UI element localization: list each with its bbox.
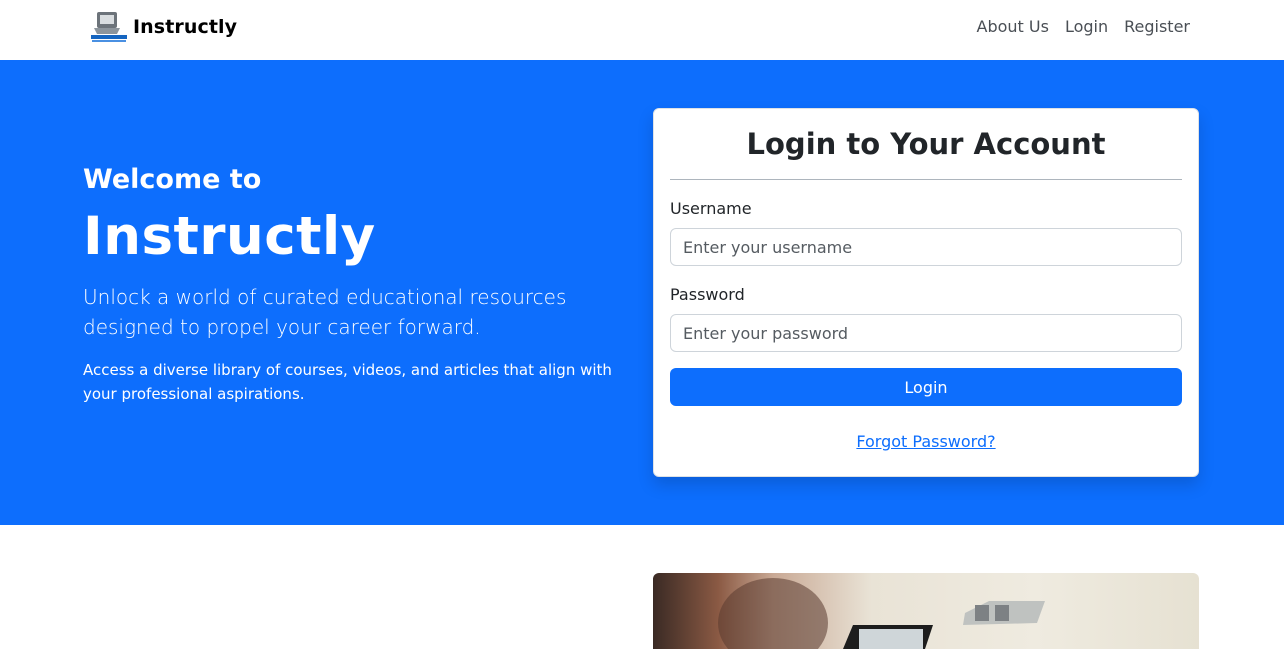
hero-sub-text: Access a diverse library of courses, vid… (83, 361, 612, 403)
brand-name: Instructly (133, 16, 238, 38)
username-input[interactable] (670, 228, 1182, 266)
login-card-title: Login to Your Account (746, 127, 1106, 161)
hero-lead-text: Unlock a world of curated educational re… (83, 285, 567, 339)
card-divider (670, 179, 1182, 180)
login-button[interactable]: Login (670, 368, 1182, 406)
nav-link-about-us[interactable]: About Us (977, 17, 1049, 36)
login-card: Login to Your Account Username Password … (653, 108, 1199, 477)
navbar: Instructly About Us Login Register (0, 0, 1284, 60)
brand-link[interactable]: Instructly (86, 6, 237, 46)
nav-link-login[interactable]: Login (1065, 17, 1108, 36)
logo-icon (86, 6, 130, 46)
hero-section: Welcome to Instructly Unlock a world of … (0, 60, 1284, 525)
password-input[interactable] (670, 314, 1182, 352)
username-label: Username (670, 199, 752, 218)
hero-title: Instructly (83, 206, 376, 267)
forgot-password-link[interactable]: Forgot Password? (670, 432, 1182, 451)
feature-image (653, 573, 1199, 649)
password-label: Password (670, 285, 745, 304)
nav-links: About Us Login Register (961, 17, 1190, 36)
nav-link-register[interactable]: Register (1124, 17, 1190, 36)
welcome-heading: Welcome to (83, 164, 262, 195)
